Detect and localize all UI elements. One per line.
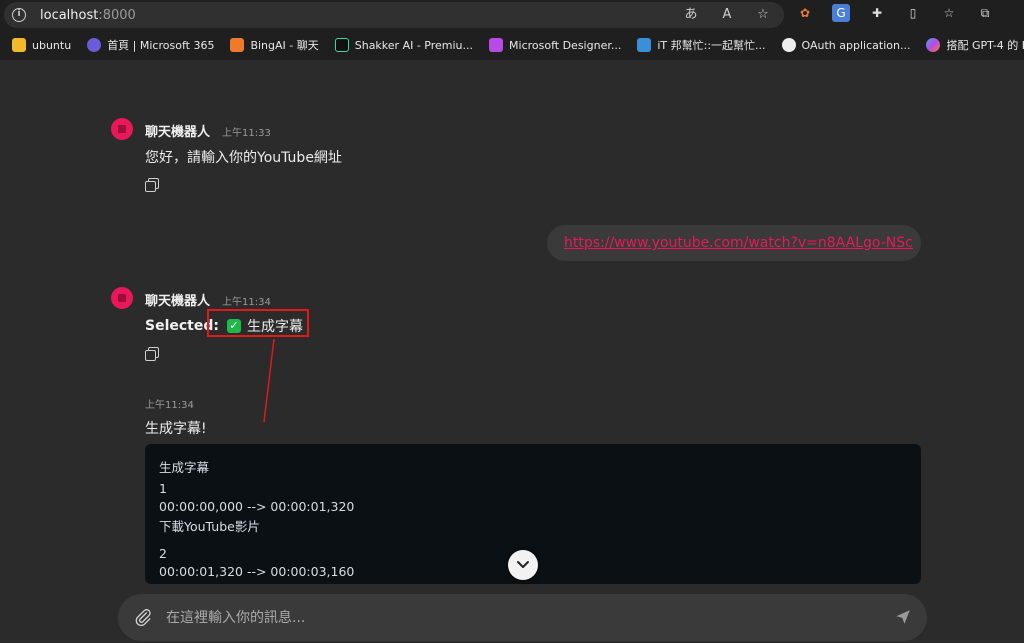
message-time: 上午11:34 [222,297,271,308]
bot-message: 生成字幕! [145,421,207,437]
favorite-star-icon[interactable]: ☆ [754,6,772,24]
code-line: 1 [159,481,167,496]
url-port: :8000 [98,7,136,23]
bot-message: 您好，請輸入你的YouTube網址 [145,150,342,166]
designer-icon [489,38,504,52]
favorites-icon[interactable]: ☆ [940,4,958,22]
info-icon[interactable]: i [12,8,26,22]
paperclip-icon[interactable] [134,608,152,626]
chevron-down-icon [517,561,529,568]
copy-icon[interactable] [145,178,159,192]
code-line: 00:00:00,000 --> 00:00:01,320 [159,499,355,514]
bookmark-item[interactable]: ubuntu [12,38,71,52]
browser-toolbar: i localhost:8000 あ A ☆ ✿ G ✚ ▯ ☆ ⧉ ubunt… [0,0,1024,60]
microsoft365-icon [87,38,102,52]
youtube-link[interactable]: https://www.youtube.com/watch?v=n8AALgo-… [564,235,913,251]
collections-icon[interactable]: ⧉ [976,4,994,22]
bot-name: 聊天機器人 [145,125,211,140]
code-line: 下載YouTube影片 [159,519,260,534]
extension-film-icon[interactable]: ✿ [796,4,814,22]
read-aloud-icon[interactable]: A [718,6,736,24]
bookmark-item[interactable]: 搭配 GPT-4 的 Bing... [926,37,1024,53]
copy-icon[interactable] [145,347,159,361]
code-line: 2 [159,546,167,561]
extensions-icon[interactable]: ✚ [868,4,886,22]
scroll-down-button[interactable] [508,550,538,580]
bingai-icon [230,38,245,52]
send-icon[interactable] [894,608,912,626]
code-line: 00:00:01,320 --> 00:00:03,160 [159,564,355,579]
bookmark-item[interactable]: Microsoft Designer... [489,38,621,52]
bot-name: 聊天機器人 [145,294,211,309]
address-bar[interactable]: i localhost:8000 あ A ☆ [4,2,784,28]
message-time: 上午11:34 [145,400,194,411]
ithome-icon [637,38,652,52]
bot-avatar [111,287,133,309]
shakker-icon [334,38,349,52]
bookmark-item[interactable]: OAuth application... [781,38,910,52]
bookmark-item[interactable]: BingAI - 聊天 [230,37,319,53]
bookmark-item[interactable]: Shakker AI - Premiu... [334,38,473,52]
github-icon [781,38,796,52]
bookmark-item[interactable]: iT 邦幫忙::一起幫忙... [637,37,766,53]
user-message-bubble: https://www.youtube.com/watch?v=n8AALgo-… [547,225,921,261]
message-time: 上午11:33 [222,128,271,139]
google-translate-icon[interactable]: G [832,4,850,22]
translate-icon[interactable]: あ [682,6,700,24]
chat-area[interactable]: 聊天機器人 上午11:33 您好，請輸入你的YouTube網址 https://… [0,60,1024,643]
code-line: 生成字幕 [159,460,210,475]
message-input-bar [118,594,927,641]
message-input[interactable] [166,608,866,628]
bookmarks-bar: ubuntu 首頁 | Microsoft 365 BingAI - 聊天 Sh… [0,33,1024,57]
split-screen-icon[interactable]: ▯ [904,4,922,22]
copilot-icon [926,38,941,52]
url-host: localhost [40,7,99,23]
bookmark-item[interactable]: 首頁 | Microsoft 365 [87,37,214,53]
annotation-highlight-box [207,309,309,337]
bot-avatar [111,118,133,140]
folder-icon [12,38,26,52]
